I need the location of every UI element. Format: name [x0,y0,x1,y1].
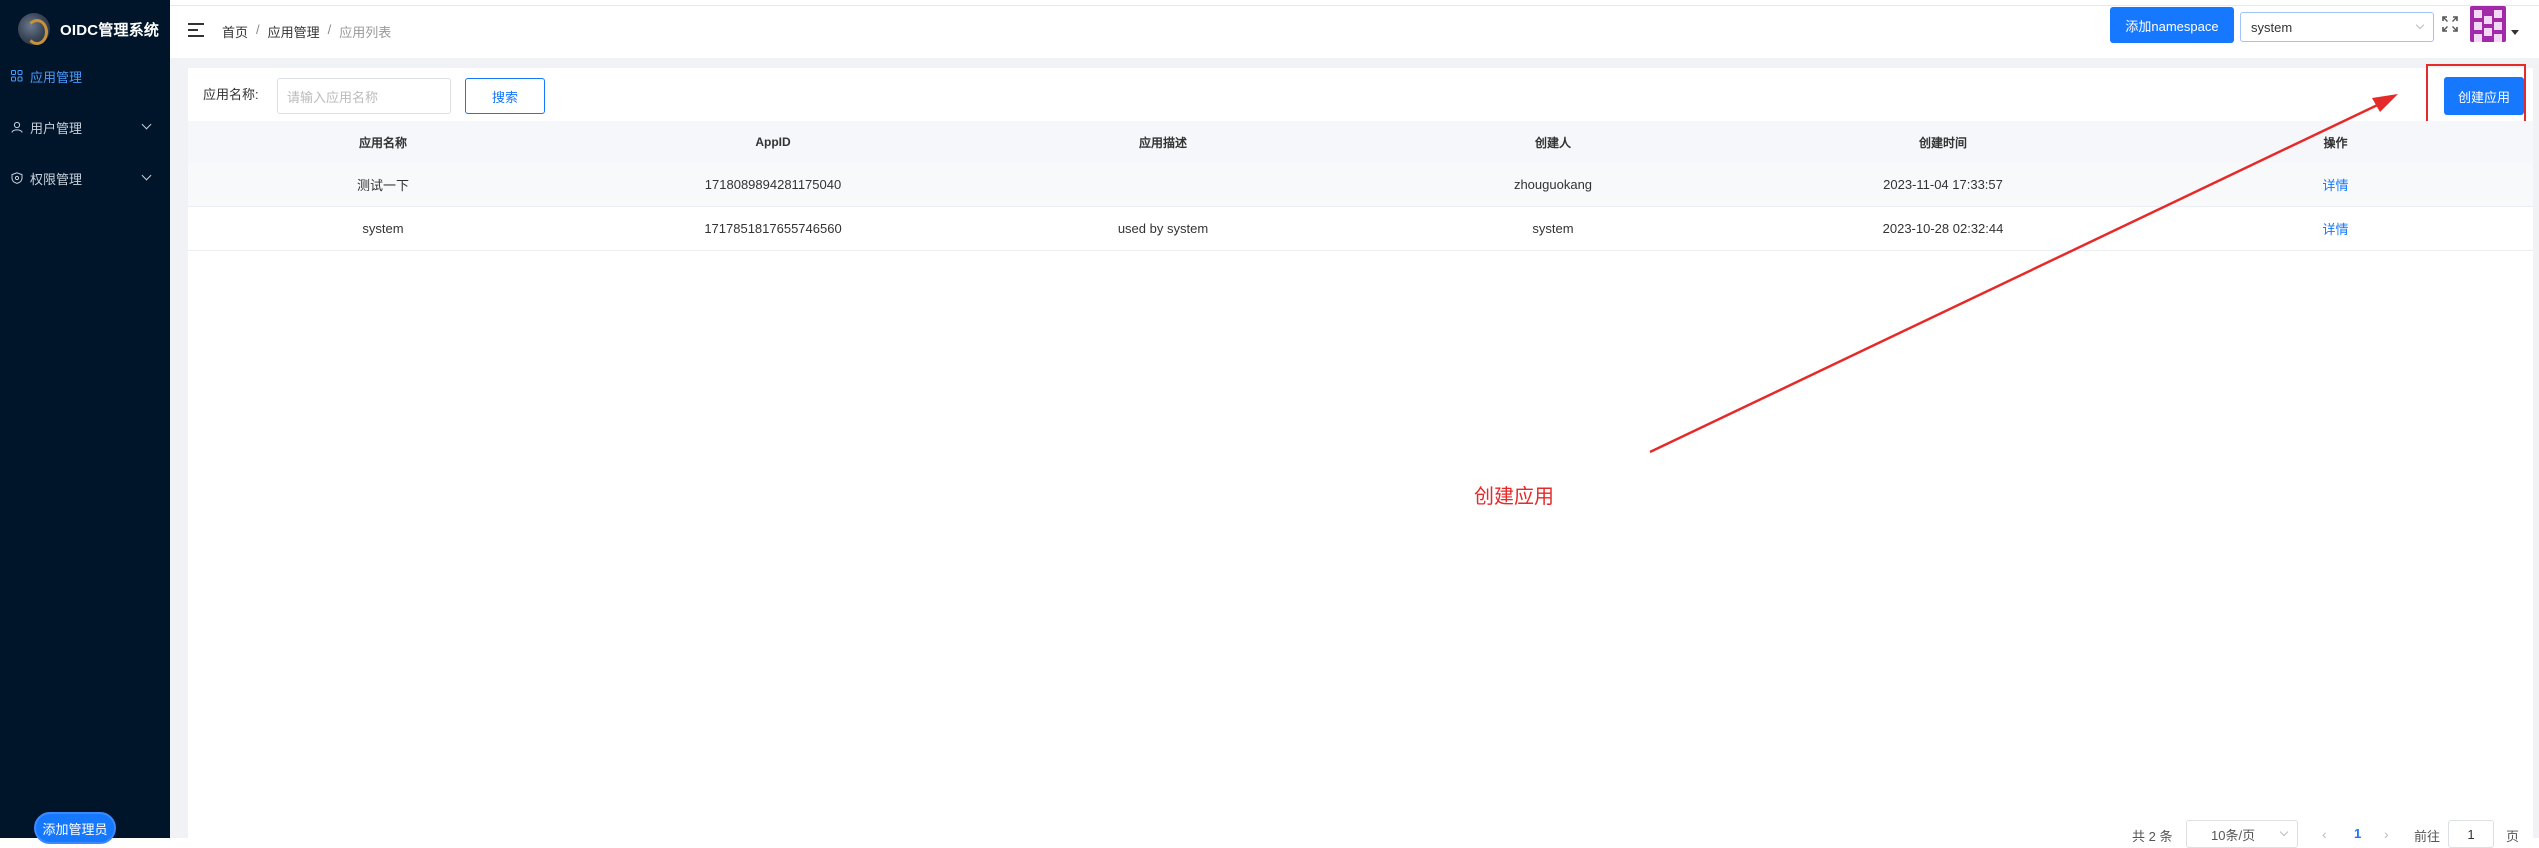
pagination-total: 共 2 条 [2132,829,2173,844]
sidebar-item-label: 应用管理 [30,69,83,85]
breadcrumb-current: 应用列表 [339,25,392,40]
namespace-value: system [2251,19,2293,35]
column-header: AppID [755,135,791,149]
table-header: 应用名称 AppID 应用描述 创建人 创建时间 操作 [188,121,2533,163]
table-row: system 1717851817655746560 used by syste… [188,207,2533,251]
add-namespace-button[interactable]: 添加namespace [2110,7,2234,43]
sidebar-item-permission-management[interactable]: 权限管理 [0,157,170,199]
chevron-down-icon [141,170,152,181]
details-link[interactable]: 详情 [2138,163,2533,206]
fullscreen-icon[interactable] [2442,16,2458,32]
grid-icon [10,69,24,83]
avatar-caret-icon[interactable] [2511,30,2519,35]
sidebar-item-user-management[interactable]: 用户管理 [0,106,170,148]
table-cell [968,163,1358,206]
table-cell: 2023-10-28 02:32:44 [1882,221,2004,236]
page-number[interactable]: 1 [2354,826,2361,841]
column-header: 应用描述 [1138,135,1187,150]
menu-toggle-icon[interactable] [188,23,204,37]
sidebar-item-label: 权限管理 [30,171,83,187]
breadcrumb-separator: / [327,22,332,37]
table-cell: used by system [1117,221,1209,236]
table-cell: zhouguokang [1513,177,1593,192]
page-size-value: 10条/页 [2211,827,2256,843]
sidebar-item-app-management[interactable]: 应用管理 [0,55,170,97]
column-header: 创建时间 [1918,135,1967,150]
page-size-select[interactable]: 10条/页 [2186,820,2298,848]
search-placeholder: 请输入应用名称 [287,89,379,105]
page-unit-label: 页 [2506,829,2520,844]
avatar[interactable] [2470,6,2506,42]
breadcrumb: 首页 / 应用管理 / 应用列表 [222,22,391,41]
annotation-label: 创建应用 [1474,486,1554,508]
app-name-search-input[interactable]: 请输入应用名称 [277,78,451,114]
logo[interactable]: OIDC管理系统 [0,0,170,58]
chevron-down-icon [2279,827,2289,837]
table-cell: 测试一下 [356,178,409,193]
prev-page-icon[interactable]: ‹ [2322,826,2327,842]
namespace-select[interactable]: system [2240,12,2434,42]
chevron-down-icon [2415,20,2425,30]
search-button[interactable]: 搜索 [465,78,545,114]
shield-icon [10,171,24,185]
details-link[interactable]: 详情 [2138,207,2533,250]
breadcrumb-app-management[interactable]: 应用管理 [268,22,320,41]
search-label: 应用名称: [203,87,259,102]
column-header: 创建人 [1534,135,1571,150]
add-admin-button[interactable]: 添加管理员 [34,812,116,844]
table-row: 测试一下 1718089894281175040 zhouguokang 202… [188,163,2533,207]
user-icon [10,120,24,134]
sidebar: OIDC管理系统 应用管理 用户管理 权限管理 添加管理员 [0,0,170,844]
goto-page-value: 1 [2467,826,2475,842]
sidebar-item-label: 用户管理 [30,120,83,136]
goto-label: 前往 [2414,829,2441,844]
app-title: OIDC管理系统 [60,21,160,39]
chevron-down-icon [141,119,152,130]
next-page-icon[interactable]: › [2384,826,2389,842]
breadcrumb-home[interactable]: 首页 [222,22,248,41]
goto-page-input[interactable]: 1 [2448,820,2494,848]
column-header: 应用名称 [358,135,407,150]
table-cell: system [1532,221,1574,236]
table-cell: system [362,221,404,236]
column-header: 操作 [2323,135,2348,150]
table-cell: 1717851817655746560 [704,221,842,236]
table-cell: 1718089894281175040 [704,177,842,192]
app-table: 应用名称 AppID 应用描述 创建人 创建时间 操作 测试一下 1718089… [188,121,2533,251]
logo-icon [18,13,50,45]
table-cell: 2023-11-04 17:33:57 [1883,177,2003,192]
breadcrumb-separator: / [256,22,260,37]
